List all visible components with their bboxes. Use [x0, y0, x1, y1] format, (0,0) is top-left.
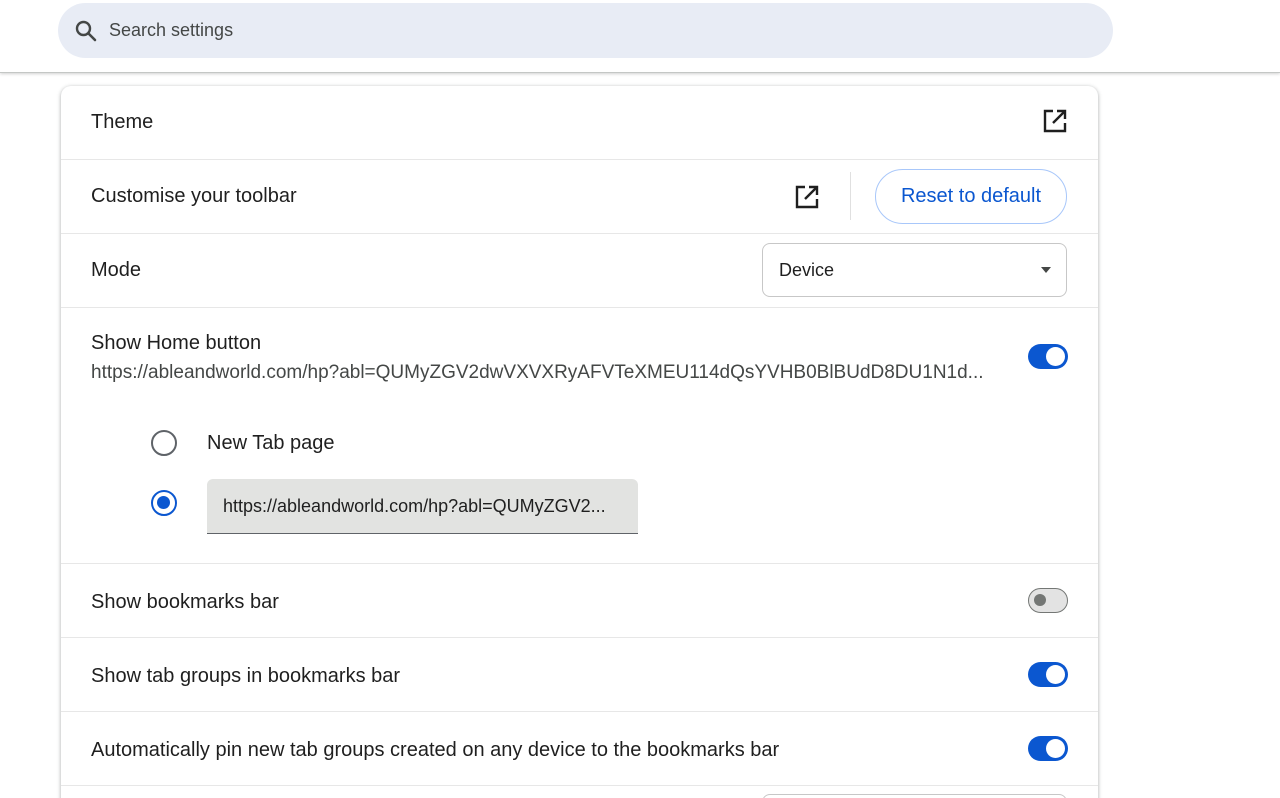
open-in-new-icon[interactable] — [794, 184, 820, 210]
radio-dot — [157, 496, 170, 509]
settings-header — [0, 0, 1280, 73]
home-url-text: https://ableandworld.com/hp?abl=QUMyZGV2… — [91, 362, 984, 383]
divider — [850, 172, 851, 220]
home-url-input-value: https://ableandworld.com/hp?abl=QUMyZGV2… — [223, 496, 606, 516]
home-button-toggle[interactable] — [1028, 344, 1068, 369]
mode-label: Mode — [91, 259, 142, 281]
bookmarks-bar-toggle[interactable] — [1028, 588, 1068, 613]
toggle-knob — [1046, 347, 1065, 366]
bookmarks-bar-row[interactable]: Show bookmarks bar — [61, 563, 1098, 637]
auto-pin-label: Automatically pin new tab groups created… — [91, 739, 780, 761]
home-button-label: Show Home button — [91, 332, 262, 354]
tab-groups-toggle[interactable] — [1028, 662, 1068, 687]
search-input[interactable] — [109, 3, 1069, 58]
search-icon — [75, 20, 97, 42]
reset-to-default-button[interactable]: Reset to default — [875, 169, 1067, 224]
theme-label: Theme — [91, 111, 154, 133]
appearance-card: Theme Customise your toolbar Reset to de… — [61, 86, 1098, 798]
mode-select[interactable]: Device — [762, 243, 1067, 297]
toggle-knob — [1034, 594, 1046, 606]
radio-custom-url[interactable] — [151, 490, 177, 516]
toolbar-label: Customise your toolbar — [91, 185, 297, 207]
theme-row[interactable]: Theme — [61, 86, 1098, 159]
next-row-select[interactable] — [762, 794, 1067, 798]
tab-groups-label: Show tab groups in bookmarks bar — [91, 665, 401, 687]
home-url-input[interactable]: https://ableandworld.com/hp?abl=QUMyZGV2… — [207, 479, 638, 534]
auto-pin-toggle[interactable] — [1028, 736, 1068, 761]
radio-new-tab-label: New Tab page — [207, 432, 335, 454]
mode-select-value: Device — [779, 260, 835, 280]
open-in-new-icon[interactable] — [1042, 108, 1068, 134]
chevron-down-icon — [1041, 267, 1051, 273]
radio-new-tab-page[interactable] — [151, 430, 177, 456]
toggle-knob — [1046, 665, 1065, 684]
auto-pin-row[interactable]: Automatically pin new tab groups created… — [61, 711, 1098, 785]
tab-groups-row[interactable]: Show tab groups in bookmarks bar — [61, 637, 1098, 711]
search-box[interactable] — [58, 3, 1113, 58]
bookmarks-bar-label: Show bookmarks bar — [91, 591, 279, 613]
toggle-knob — [1046, 739, 1065, 758]
